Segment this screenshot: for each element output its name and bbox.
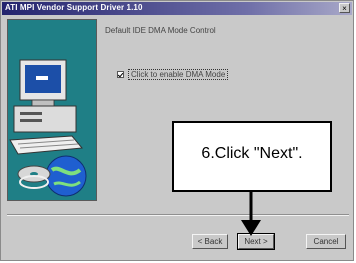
instruction-text: 6.Click "Next". xyxy=(201,145,303,162)
dma-mode-option[interactable]: Click to enable DMA Mode xyxy=(117,69,229,80)
dma-mode-checkbox-label[interactable]: Click to enable DMA Mode xyxy=(128,69,229,80)
close-button[interactable]: × xyxy=(339,3,350,13)
window-title: ATI MPI Vendor Support Driver 1.10 xyxy=(5,3,143,12)
title-bar: ATI MPI Vendor Support Driver 1.10 × xyxy=(2,2,352,15)
dma-mode-checkbox[interactable] xyxy=(117,71,124,78)
instruction-callout: 6.Click "Next". xyxy=(172,121,332,192)
arrow-down-icon xyxy=(241,192,261,236)
cancel-button[interactable]: Cancel xyxy=(306,234,346,249)
computer-illustration-icon xyxy=(8,20,96,200)
back-button[interactable]: < Back xyxy=(192,234,228,249)
button-separator xyxy=(7,214,349,216)
setup-artwork xyxy=(7,19,97,201)
page-heading: Default IDE DMA Mode Control xyxy=(105,26,216,35)
